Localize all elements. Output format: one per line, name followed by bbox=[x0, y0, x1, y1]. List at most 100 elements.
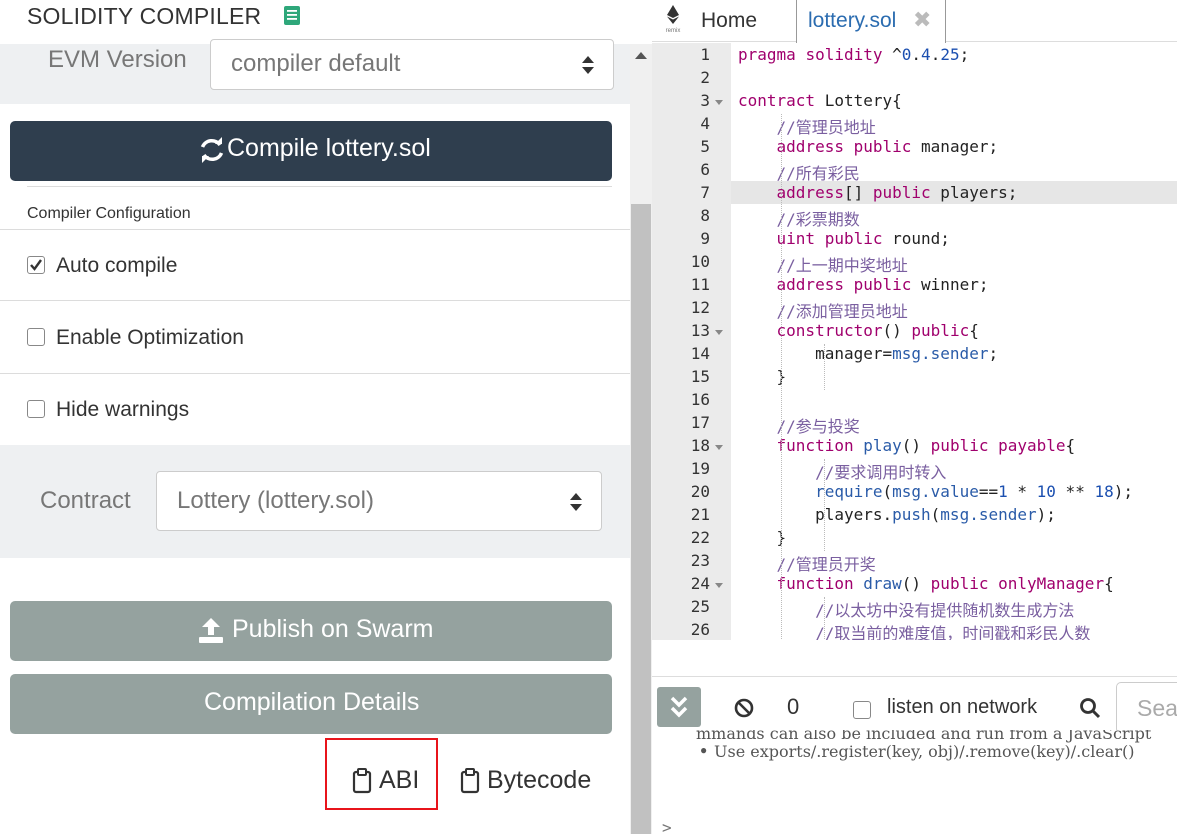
code-line[interactable]: address[] public players; bbox=[738, 183, 1018, 202]
abi-button[interactable]: ABI bbox=[379, 766, 419, 795]
line-number: 16 bbox=[690, 390, 710, 409]
code-editor[interactable]: 1 2 3 4 5 6 7 8 9 10 11 12 13 14 15 16 17 18 19 20 21 22 23 24 2… bbox=[652, 43, 1177, 640]
code-line[interactable]: uint public round; bbox=[738, 229, 950, 248]
book-icon[interactable] bbox=[283, 5, 301, 26]
contract-select[interactable]: Lottery (lottery.sol) bbox=[156, 471, 602, 531]
contract-row: Contract Lottery (lottery.sol) bbox=[0, 445, 630, 558]
auto-compile-checkbox[interactable] bbox=[27, 256, 45, 274]
line-number: 23 bbox=[690, 551, 710, 570]
search-icon bbox=[1080, 698, 1101, 719]
evm-version-row: EVM Version compiler default bbox=[0, 39, 630, 104]
refresh-icon bbox=[200, 137, 224, 163]
line-number: 7 bbox=[700, 183, 710, 202]
fold-arrow-icon[interactable] bbox=[715, 100, 723, 105]
line-number: 25 bbox=[690, 597, 710, 616]
terminal-prompt: > bbox=[662, 818, 672, 834]
publish-on-swarm-button[interactable]: Publish on Swarm bbox=[10, 601, 612, 661]
code-line[interactable]: //以太坊中没有提供随机数生成方法 bbox=[738, 597, 1074, 621]
line-number: 17 bbox=[690, 413, 710, 432]
hide-warnings-checkbox[interactable] bbox=[27, 400, 45, 418]
line-number: 2 bbox=[700, 68, 710, 87]
close-tab-icon[interactable]: ✖ bbox=[913, 7, 931, 33]
hide-warnings-option[interactable]: Hide warnings bbox=[0, 374, 630, 446]
evm-version-label: EVM Version bbox=[48, 46, 187, 73]
panel-scrollbar[interactable] bbox=[630, 44, 652, 834]
line-number: 8 bbox=[700, 206, 710, 225]
fold-arrow-icon[interactable] bbox=[715, 583, 723, 588]
terminal-search-input[interactable] bbox=[1137, 695, 1177, 722]
contract-label: Contract bbox=[40, 487, 131, 514]
line-number: 9 bbox=[700, 229, 710, 248]
plugin-header: SOLIDITY COMPILER bbox=[0, 0, 630, 44]
code-line[interactable]: pragma solidity ^0.4.25; bbox=[738, 45, 969, 64]
code-line[interactable]: constructor() public{ bbox=[738, 321, 979, 340]
select-arrows-icon bbox=[582, 56, 594, 74]
code-line[interactable]: //添加管理员地址 bbox=[738, 298, 908, 322]
compilation-details-button[interactable]: Compilation Details bbox=[10, 674, 612, 734]
indent-guide bbox=[824, 344, 825, 390]
tab-lottery-sol-label: lottery.sol bbox=[808, 9, 897, 32]
code-line[interactable]: address public winner; bbox=[738, 275, 989, 294]
terminal-output[interactable]: mmands can also be included and run from… bbox=[652, 730, 1177, 834]
clipboard-icon bbox=[460, 768, 480, 794]
enable-optimization-option[interactable]: Enable Optimization bbox=[0, 302, 630, 374]
fold-arrow-icon[interactable] bbox=[715, 330, 723, 335]
compile-button-label: Compile lottery.sol bbox=[227, 134, 431, 162]
code-line[interactable]: //要求调用时转入 bbox=[738, 459, 946, 483]
publish-on-swarm-label: Publish on Swarm bbox=[232, 615, 434, 643]
listen-on-network-label: listen on network bbox=[887, 696, 1038, 718]
code-line[interactable]: //上一期中奖地址 bbox=[738, 252, 908, 276]
code-line[interactable]: //管理员地址 bbox=[738, 114, 876, 138]
code-line[interactable]: manager=msg.sender; bbox=[738, 344, 998, 363]
remix-logo-icon: remix bbox=[666, 5, 681, 34]
line-number: 11 bbox=[690, 275, 710, 294]
terminal-search-box[interactable] bbox=[1116, 682, 1177, 734]
line-number: 26 bbox=[690, 620, 710, 639]
scrollbar-thumb[interactable] bbox=[631, 204, 651, 834]
bullet-icon: ● bbox=[700, 743, 708, 757]
listen-on-network-checkbox[interactable] bbox=[853, 701, 871, 719]
auto-compile-option[interactable]: Auto compile bbox=[0, 230, 630, 302]
code-line[interactable]: function draw() public onlyManager{ bbox=[738, 574, 1114, 593]
tab-lottery-sol[interactable]: lottery.sol ✖ bbox=[796, 0, 946, 43]
evm-version-value: compiler default bbox=[231, 50, 401, 77]
code-line[interactable]: } bbox=[738, 528, 787, 547]
editor-tabs: remix Home lottery.sol ✖ bbox=[652, 0, 1177, 43]
scroll-up-arrow-icon[interactable] bbox=[635, 52, 647, 59]
compiler-configuration-title: Compiler Configuration bbox=[27, 205, 191, 222]
enable-optimization-checkbox[interactable] bbox=[27, 328, 45, 346]
remix-logo-text: remix bbox=[666, 28, 681, 34]
code-line[interactable]: } bbox=[738, 367, 787, 386]
code-line[interactable]: //彩票期数 bbox=[738, 206, 860, 230]
code-line[interactable]: //取当前的难度值，时间戳和彩民人数 bbox=[738, 620, 1090, 640]
checkmark-icon bbox=[30, 259, 42, 271]
code-line[interactable]: //参与投奖 bbox=[738, 413, 860, 437]
enable-optimization-label: Enable Optimization bbox=[56, 326, 244, 349]
line-number: 15 bbox=[690, 367, 710, 386]
toggle-terminal-button[interactable] bbox=[657, 687, 701, 727]
compile-button[interactable]: Compile lottery.sol bbox=[10, 121, 612, 181]
double-chevron-down-icon bbox=[670, 696, 688, 718]
bytecode-button[interactable]: Bytecode bbox=[487, 766, 591, 795]
tab-home[interactable]: remix Home bbox=[660, 4, 800, 40]
code-line[interactable]: contract Lottery{ bbox=[738, 91, 902, 110]
code-line[interactable]: players.push(msg.sender); bbox=[738, 505, 1056, 524]
indent-guide bbox=[781, 114, 782, 640]
code-line[interactable]: //管理员开奖 bbox=[738, 551, 876, 575]
clear-console-icon[interactable] bbox=[734, 698, 754, 718]
fold-arrow-icon[interactable] bbox=[715, 445, 723, 450]
code-line[interactable]: function play() public payable{ bbox=[738, 436, 1076, 455]
code-line[interactable]: //所有彩民 bbox=[738, 160, 860, 184]
select-arrows-icon bbox=[570, 493, 582, 511]
terminal-line: Use exports/.register(key, obj)/.remove(… bbox=[714, 742, 1135, 761]
line-number-gutter: 1 2 3 4 5 6 7 8 9 10 11 12 13 14 15 16 17 18 19 20 21 22 23 24 2… bbox=[652, 43, 731, 640]
line-number: 22 bbox=[690, 528, 710, 547]
tab-home-label: Home bbox=[701, 9, 758, 32]
code-line[interactable]: require(msg.value==1 * 10 ** 18); bbox=[738, 482, 1133, 501]
compilation-details-label: Compilation Details bbox=[204, 688, 420, 716]
plugin-title: SOLIDITY COMPILER bbox=[27, 3, 262, 29]
auto-compile-label: Auto compile bbox=[56, 254, 178, 277]
line-number: 19 bbox=[690, 459, 710, 478]
code-line[interactable]: address public manager; bbox=[738, 137, 999, 156]
evm-version-select[interactable]: compiler default bbox=[210, 39, 614, 90]
